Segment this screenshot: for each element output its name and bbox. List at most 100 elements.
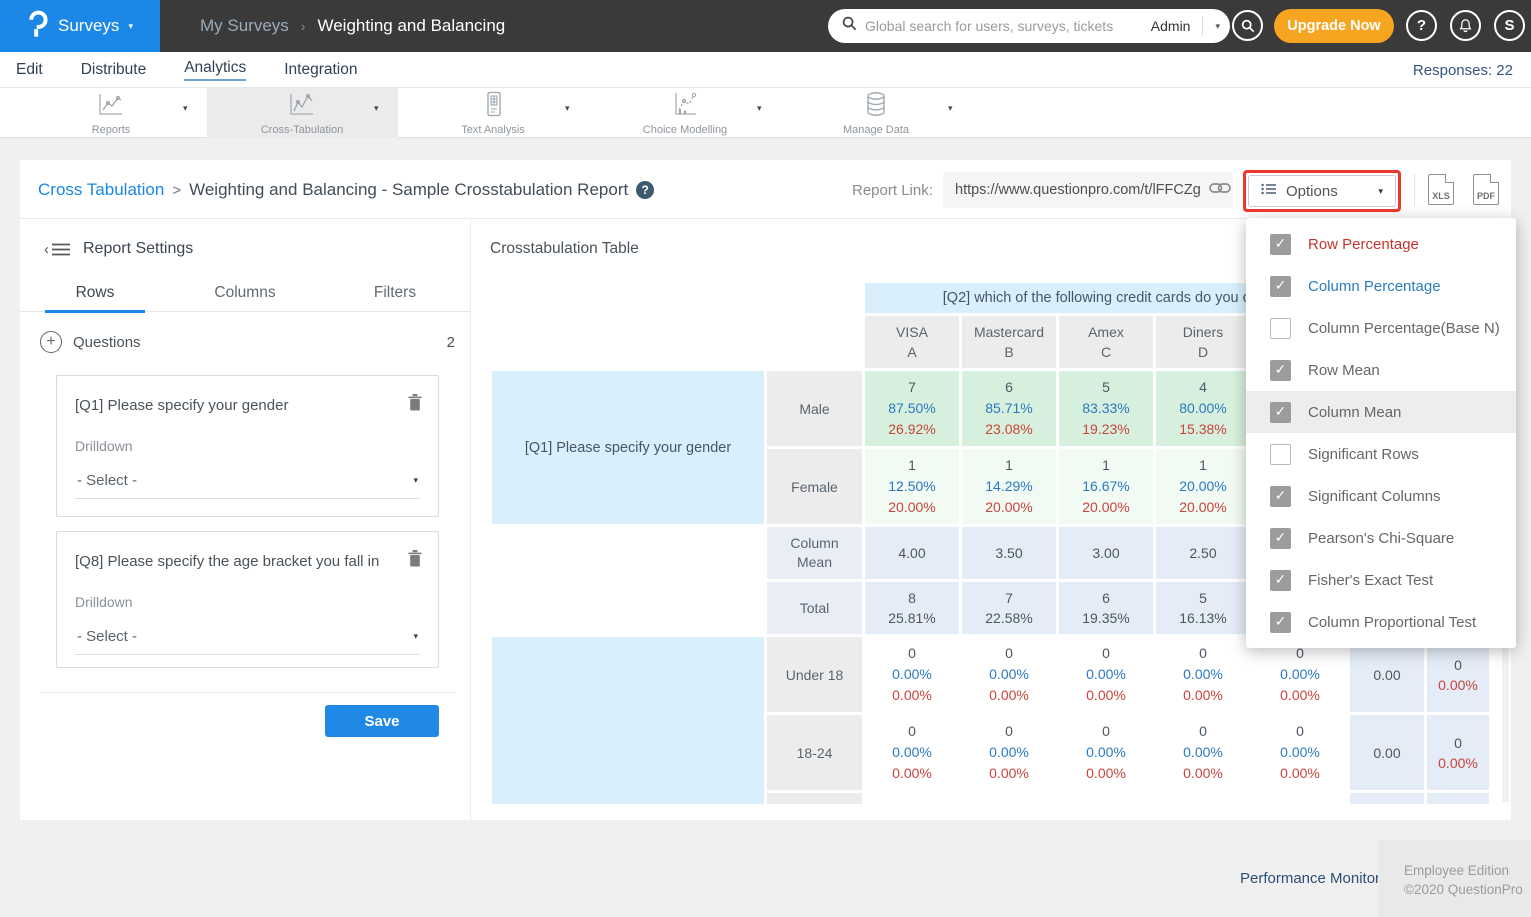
menu-item-pearson-s-chi-square[interactable]: ✓Pearson's Chi-Square (1246, 517, 1516, 559)
delete-question-button[interactable] (408, 394, 422, 416)
data-cell: 00.00%0.00% (1156, 637, 1250, 712)
menu-item-label: Column Proportional Test (1308, 614, 1476, 631)
toolbar-caret-reports[interactable]: ▾ (183, 103, 188, 114)
menu-item-label: Significant Rows (1308, 446, 1419, 463)
menu-item-row-mean[interactable]: ✓Row Mean (1246, 349, 1516, 391)
data-cell: 480.00%15.38% (1156, 371, 1250, 446)
edition-panel: Employee Edition ©2020 QuestionPro (1378, 840, 1531, 917)
drilldown-select[interactable]: - Select - ▾ (75, 624, 420, 655)
export-pdf-button[interactable]: PDF (1473, 174, 1499, 205)
questions-label: Questions (73, 334, 141, 351)
summary-cell: 3.00 (1059, 527, 1153, 579)
checkbox[interactable]: ✓ (1270, 486, 1291, 507)
chevron-down-icon[interactable]: ▾ (1215, 22, 1220, 31)
search-submit-button[interactable] (1232, 10, 1263, 41)
toolbar-caret-manage-data[interactable]: ▾ (948, 103, 953, 114)
menu-item-fisher-s-exact-test[interactable]: ✓ Fisher's Exact Test (1246, 559, 1516, 601)
tab-integration[interactable]: Integration (284, 61, 357, 79)
save-button[interactable]: Save (325, 705, 439, 737)
toolbar-item-text-analysis[interactable]: Text Analysis (418, 91, 568, 137)
row-mean-cell: 0.00 (1350, 715, 1424, 790)
checkbox[interactable]: ✓ (1270, 570, 1291, 591)
list-icon (1261, 182, 1277, 200)
report-settings-header[interactable]: ‹ Report Settings (44, 240, 193, 258)
export-xls-button[interactable]: XLS (1428, 174, 1454, 205)
data-cell: 116.67%20.00% (1059, 449, 1153, 524)
toolbar-item-label: Reports (92, 124, 131, 136)
toolbar-item-cross-tabulation[interactable]: Cross-Tabulation (227, 91, 377, 137)
report-url-box[interactable]: https://www.questionpro.com/t/lFFCZg (943, 172, 1233, 208)
data-cell: 00.00%0.00% (865, 715, 959, 790)
toolbar-item-choice-modelling[interactable]: Choice Modelling (610, 91, 760, 137)
summary-row-label: Column Mean (767, 527, 862, 579)
tab-filters[interactable]: Filters (320, 276, 470, 312)
report-breadcrumb: Cross Tabulation > Weighting and Balanci… (38, 180, 654, 200)
report-settings-title: Report Settings (83, 240, 193, 258)
toolbar-caret-choice-modelling[interactable]: ▾ (757, 103, 762, 114)
toolbar-item-label: Text Analysis (461, 124, 525, 136)
checkbox[interactable] (1270, 444, 1291, 465)
toolbar-item-reports[interactable]: Reports (36, 91, 186, 137)
toolbar-caret-text-analysis[interactable]: ▾ (565, 103, 570, 114)
pdf-label: PDF (1474, 191, 1498, 201)
notifications-button[interactable] (1450, 10, 1481, 41)
tab-rows[interactable]: Rows (20, 276, 170, 312)
toolbar-item-manage-data[interactable]: Manage Data (801, 91, 951, 137)
help-button[interactable]: ? (1406, 10, 1437, 41)
questions-section-header: + Questions 2 (40, 326, 455, 358)
checkbox[interactable]: ✓ (1270, 528, 1291, 549)
tab-distribute[interactable]: Distribute (81, 61, 146, 79)
add-question-button[interactable]: + (40, 331, 62, 353)
link-icon[interactable] (1209, 181, 1231, 200)
data-cell: 00.00%0.00% (1253, 637, 1347, 712)
performance-monitor-link[interactable]: Performance Monitor (1240, 870, 1380, 887)
checkbox[interactable]: ✓ (1270, 276, 1291, 297)
checkbox[interactable]: ✓ (1270, 402, 1291, 423)
bell-icon (1458, 18, 1473, 34)
row-mean-cell (1350, 793, 1424, 804)
table-cell-blank (492, 316, 862, 368)
crosstab-title: Crosstabulation Table (490, 240, 639, 258)
data-cell: 114.29%20.00% (962, 449, 1056, 524)
menu-item-column-percentage[interactable]: ✓Column Percentage (1246, 265, 1516, 307)
chevron-down-icon: ▾ (128, 22, 133, 31)
breadcrumb-my-surveys[interactable]: My Surveys (200, 16, 289, 36)
menu-item-column-percentage-base-n-[interactable]: Column Percentage(Base N) (1246, 307, 1516, 349)
menu-item-significant-rows[interactable]: Significant Rows (1246, 433, 1516, 475)
help-icon[interactable]: ? (636, 181, 654, 199)
menu-item-significant-columns[interactable]: ✓Significant Columns (1246, 475, 1516, 517)
select-value: - Select - (77, 472, 137, 489)
report-url[interactable]: https://www.questionpro.com/t/lFFCZg (955, 182, 1201, 198)
delete-question-button[interactable] (408, 550, 422, 572)
checkbox[interactable] (1270, 318, 1291, 339)
options-button[interactable]: Options ▾ (1248, 175, 1396, 207)
chevron-down-icon: ▾ (1378, 187, 1383, 196)
table-cell-blank (1253, 793, 1347, 804)
tab-columns[interactable]: Columns (170, 276, 320, 312)
menu-item-label: Fisher's Exact Test (1308, 572, 1433, 589)
tab-analytics[interactable]: Analytics (184, 59, 246, 81)
avatar[interactable]: S (1494, 10, 1525, 41)
toolbar-item-label: Choice Modelling (643, 124, 727, 136)
drilldown-select[interactable]: - Select - ▾ (75, 468, 420, 499)
collapse-panel-icon[interactable]: ‹ (44, 241, 70, 258)
toolbar-caret-cross-tabulation[interactable]: ▾ (374, 103, 379, 114)
table-cell-blank (492, 582, 764, 634)
upgrade-now-button[interactable]: Upgrade Now (1274, 9, 1394, 43)
tab-edit[interactable]: Edit (16, 61, 43, 79)
product-switcher[interactable]: Surveys ▾ (0, 0, 160, 52)
row-mean-cell: 0.00 (1350, 637, 1424, 712)
search-input[interactable] (865, 18, 1143, 34)
checkbox[interactable]: ✓ (1270, 234, 1291, 255)
menu-item-column-proportional-test[interactable]: ✓ Column Proportional Test (1246, 601, 1516, 643)
checkbox[interactable]: ✓ (1270, 360, 1291, 381)
column-header: DinersD (1156, 316, 1250, 368)
checkbox[interactable]: ✓ (1270, 612, 1291, 633)
summary-row-label: Total (767, 582, 862, 634)
question-title: [Q1] Please specify your gender (75, 396, 420, 416)
cross-tabulation-link[interactable]: Cross Tabulation (38, 180, 164, 200)
search-scope-value[interactable]: Admin (1151, 18, 1191, 34)
menu-item-column-mean[interactable]: ✓Column Mean (1246, 391, 1516, 433)
menu-item-row-percentage[interactable]: ✓Row Percentage (1246, 223, 1516, 265)
chevron-right-icon: > (172, 182, 181, 199)
